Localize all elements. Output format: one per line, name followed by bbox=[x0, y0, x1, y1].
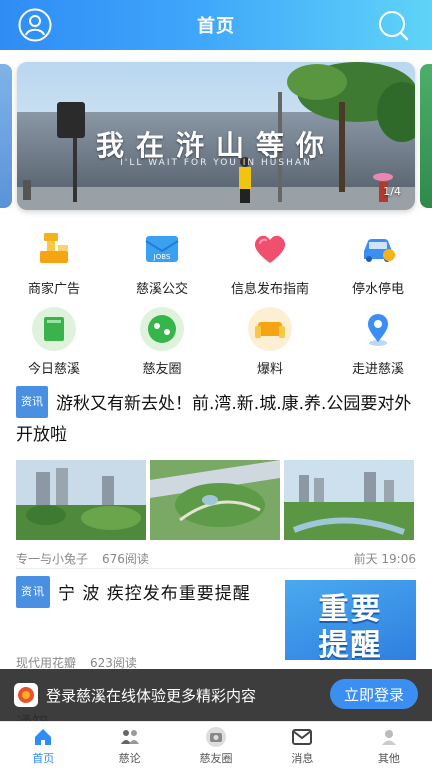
divider bbox=[16, 568, 416, 569]
tab-friend-circle[interactable]: 慈友圈 bbox=[173, 722, 259, 768]
tab-label: 慈友圈 bbox=[199, 752, 233, 765]
banner-page-indicator: 1/4 bbox=[383, 185, 401, 198]
news-author: 专一与小兔子 bbox=[16, 552, 89, 566]
search-icon[interactable] bbox=[376, 8, 410, 42]
news-item[interactable]: 资讯 游秋又有新去处！前.湾.新.城.康.养.公园要对外开放啦 专一与小兔子 6… bbox=[16, 386, 416, 567]
book-icon bbox=[31, 306, 77, 352]
bus-card-icon: JOBS bbox=[139, 226, 185, 272]
home-icon bbox=[35, 729, 52, 745]
circle-chat-icon bbox=[139, 306, 185, 352]
app-root: 首页 我在浒山等你 I'LL WAIT FOR YOU IN HUSHAN 1/… bbox=[0, 0, 432, 768]
news-time: 前天 19:06 bbox=[353, 552, 416, 566]
news-title[interactable]: 资讯宁 波 疾控发布重要提醒 bbox=[16, 576, 276, 610]
next-banner-peek[interactable] bbox=[420, 64, 432, 208]
news-tag: 资讯 bbox=[16, 576, 50, 608]
grid-item-bus[interactable]: JOBS 慈溪公交 bbox=[108, 226, 216, 306]
grid-label: 走进慈溪 bbox=[351, 362, 404, 377]
news-tag: 资讯 bbox=[16, 386, 48, 418]
discussion-icon bbox=[120, 730, 139, 744]
svg-text:JOBS: JOBS bbox=[153, 253, 171, 261]
news-title-text: 宁 波 疾控发布重要提醒 bbox=[58, 584, 251, 604]
tab-discussion[interactable]: 慈论 bbox=[86, 722, 172, 768]
tab-home[interactable]: 首页 bbox=[0, 722, 86, 768]
sofa-icon bbox=[247, 306, 293, 352]
news-title[interactable]: 资讯 游秋又有新去处！前.湾.新.城.康.养.公园要对外开放啦 bbox=[16, 386, 416, 450]
grid-label: 停水停电 bbox=[351, 282, 404, 297]
tab-more[interactable]: 其他 bbox=[346, 722, 432, 768]
news-thumbnail[interactable] bbox=[16, 460, 146, 540]
prev-banner-peek[interactable] bbox=[0, 64, 12, 208]
login-prompt-bar: 登录慈溪在线体验更多精彩内容 立即登录 bbox=[0, 669, 432, 721]
tab-label: 消息 bbox=[291, 752, 314, 765]
quick-entry-grid: 商家广告 JOBS 慈溪公交 信息发布指南 停水停电 今日慈溪 慈友圈 爆料 走… bbox=[0, 226, 432, 386]
user-profile-icon[interactable] bbox=[18, 8, 52, 42]
banner-carousel[interactable]: 我在浒山等你 I'LL WAIT FOR YOU IN HUSHAN 1/4 bbox=[0, 62, 432, 210]
grid-item-explore-cixi[interactable]: 走进慈溪 bbox=[324, 306, 432, 386]
grid-label: 慈友圈 bbox=[142, 362, 182, 377]
app-logo-icon bbox=[14, 683, 38, 707]
grid-item-today-cixi[interactable]: 今日慈溪 bbox=[0, 306, 108, 386]
grid-label: 今日慈溪 bbox=[27, 362, 80, 377]
location-pin-icon bbox=[355, 306, 401, 352]
banner-slide[interactable]: 我在浒山等你 I'LL WAIT FOR YOU IN HUSHAN 1/4 bbox=[17, 62, 415, 210]
thumbnail-text: 提醒 bbox=[318, 628, 383, 660]
tab-messages[interactable]: 消息 bbox=[259, 722, 345, 768]
grid-item-tipoff[interactable]: 爆料 bbox=[216, 306, 324, 386]
news-title-text: 游秋又有新去处！前.湾.新.城.康.养.公园要对外开放啦 bbox=[16, 394, 412, 445]
message-icon bbox=[292, 729, 313, 745]
grid-item-info-guide[interactable]: 信息发布指南 bbox=[216, 226, 324, 306]
login-now-button[interactable]: 立即登录 bbox=[329, 679, 418, 709]
banner-subcaption: I'LL WAIT FOR YOU IN HUSHAN bbox=[120, 158, 312, 168]
grid-item-utility-outage[interactable]: 停水停电 bbox=[324, 226, 432, 306]
heart-icon bbox=[247, 226, 293, 272]
camera-icon bbox=[206, 727, 227, 747]
news-thumbnails bbox=[16, 460, 416, 540]
grid-item-friend-circle[interactable]: 慈友圈 bbox=[108, 306, 216, 386]
grid-label: 慈溪公交 bbox=[135, 282, 188, 297]
merchant-ad-icon bbox=[31, 226, 77, 272]
news-thumbnail[interactable]: 重要 提醒 bbox=[285, 580, 416, 660]
grid-row: 今日慈溪 慈友圈 爆料 走进慈溪 bbox=[0, 306, 432, 386]
tab-label: 慈论 bbox=[118, 752, 141, 765]
grid-label: 信息发布指南 bbox=[230, 282, 309, 297]
news-thumbnail[interactable] bbox=[150, 460, 280, 540]
page-title: 首页 bbox=[197, 16, 235, 37]
top-header: 首页 bbox=[0, 0, 432, 50]
news-meta: 专一与小兔子 676阅读 前天 19:06 bbox=[16, 550, 416, 567]
grid-row: 商家广告 JOBS 慈溪公交 信息发布指南 停水停电 bbox=[0, 226, 432, 306]
tab-label: 其他 bbox=[377, 752, 400, 765]
news-thumbnail[interactable] bbox=[284, 460, 414, 540]
news-reads: 676阅读 bbox=[102, 552, 149, 566]
bottom-tab-bar: 首页 慈论 慈友圈 消息 其他 bbox=[0, 721, 432, 768]
login-prompt-text: 登录慈溪在线体验更多精彩内容 bbox=[46, 686, 257, 705]
news-item[interactable]: 资讯宁 波 疾控发布重要提醒 现代用花瓣 623阅读 重要 提醒 bbox=[16, 576, 416, 670]
grid-item-merchant-ad[interactable]: 商家广告 bbox=[0, 226, 108, 306]
more-icon bbox=[381, 730, 396, 745]
grid-label: 商家广告 bbox=[27, 282, 80, 297]
car-icon bbox=[355, 226, 401, 272]
tab-label: 首页 bbox=[32, 752, 55, 765]
grid-label: 爆料 bbox=[256, 362, 283, 377]
